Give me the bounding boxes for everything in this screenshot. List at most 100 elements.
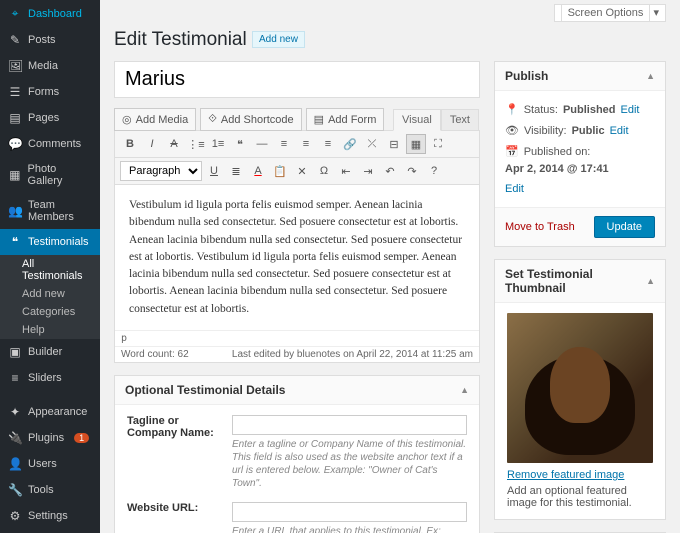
bold-button[interactable]: B xyxy=(120,134,140,154)
post-title-input[interactable] xyxy=(114,61,480,98)
sidebar-item-sliders[interactable]: ≡Sliders xyxy=(0,365,100,391)
hr-button[interactable]: — xyxy=(252,134,272,154)
sidebar-item-pages[interactable]: ▤Pages xyxy=(0,105,100,131)
menu-icon: ⚙ xyxy=(8,509,22,523)
align-right-button[interactable]: ≡ xyxy=(318,134,338,154)
screen-options-button[interactable]: Screen Options ▾ xyxy=(554,4,666,22)
pin-icon: 📍 xyxy=(505,103,519,116)
tab-visual[interactable]: Visual xyxy=(393,109,441,131)
add-media-button[interactable]: ◎Add Media xyxy=(114,108,196,131)
toggle-icon[interactable]: ▲ xyxy=(646,71,655,81)
menu-icon: 🔧 xyxy=(8,483,22,497)
format-select[interactable]: Paragraph xyxy=(120,161,202,181)
sidebar-item-dashboard[interactable]: ⌖Dashboard xyxy=(0,0,100,27)
sidebar-item-comments[interactable]: 💬Comments xyxy=(0,131,100,157)
sidebar-item-forms[interactable]: ☰Forms xyxy=(0,79,100,105)
plugins-badge: 1 xyxy=(74,433,89,443)
camera-icon: ◎ xyxy=(122,113,132,126)
url-label: Website URL: xyxy=(127,502,222,533)
form-icon: ▤ xyxy=(314,113,324,126)
editor-toolbar-2: Paragraph U ≣ A 📋 ✕ Ω ⇤ ⇥ ↶ ↷ ? xyxy=(115,158,479,185)
sidebar-item-bne-support[interactable]: ◆BNE Support xyxy=(0,529,100,533)
sidebar-item-testimonials[interactable]: ❝Testimonials xyxy=(0,229,100,255)
sidebar-item-settings[interactable]: ⚙Settings xyxy=(0,503,100,529)
toggle-icon[interactable]: ▲ xyxy=(460,385,469,395)
strike-button[interactable]: A xyxy=(164,134,184,154)
sidebar-item-photo-gallery[interactable]: ▦Photo Gallery xyxy=(0,157,100,193)
sidebar-item-builder[interactable]: ▣Builder xyxy=(0,339,100,365)
menu-icon: ✦ xyxy=(8,405,22,419)
menu-icon: ☰ xyxy=(8,85,22,99)
align-center-button[interactable]: ≡ xyxy=(296,134,316,154)
underline-button[interactable]: U xyxy=(204,161,224,181)
clear-format-button[interactable]: ✕ xyxy=(292,161,312,181)
update-button[interactable]: Update xyxy=(594,216,655,238)
unlink-button[interactable]: ⤫ xyxy=(362,134,382,154)
sidebar-sub-help[interactable]: Help xyxy=(0,321,100,339)
menu-icon: 🔌 xyxy=(8,431,22,445)
thumbnail-heading: Set Testimonial Thumbnail xyxy=(505,267,646,295)
code-icon: ⟐ xyxy=(208,113,217,126)
sidebar-item-users[interactable]: 👤Users xyxy=(0,451,100,477)
justify-button[interactable]: ≣ xyxy=(226,161,246,181)
toolbar-toggle-button[interactable]: ▦ xyxy=(406,134,426,154)
menu-icon: ▤ xyxy=(8,111,22,125)
quote-button[interactable]: ❝ xyxy=(230,134,250,154)
last-edited: Last edited by bluenotes on April 22, 20… xyxy=(232,349,473,360)
sidebar-item-tools[interactable]: 🔧Tools xyxy=(0,477,100,503)
url-input[interactable] xyxy=(232,502,467,522)
menu-icon: ❝ xyxy=(8,235,22,249)
toggle-icon[interactable]: ▲ xyxy=(646,276,655,286)
textcolor-button[interactable]: A xyxy=(248,161,268,181)
sidebar-sub-add-new[interactable]: Add new xyxy=(0,285,100,303)
more-button[interactable]: ⊟ xyxy=(384,134,404,154)
element-path: p xyxy=(115,330,479,346)
menu-icon: 👥 xyxy=(8,204,22,218)
move-to-trash[interactable]: Move to Trash xyxy=(505,221,575,233)
url-help: Enter a URL that applies to this testimo… xyxy=(232,525,467,533)
sidebar-item-posts[interactable]: ✎Posts xyxy=(0,27,100,53)
eye-icon: 👁 xyxy=(505,124,519,137)
remove-featured-image[interactable]: Remove featured image xyxy=(507,469,624,481)
help-button[interactable]: ? xyxy=(424,161,444,181)
featured-image[interactable] xyxy=(507,313,653,463)
indent-button[interactable]: ⇥ xyxy=(358,161,378,181)
tagline-input[interactable] xyxy=(232,415,467,435)
add-form-button[interactable]: ▤Add Form xyxy=(306,108,385,131)
sidebar-item-plugins[interactable]: 🔌Plugins1 xyxy=(0,425,100,451)
ol-button[interactable]: 1≡ xyxy=(208,134,228,154)
sidebar-item-team-members[interactable]: 👥Team Members xyxy=(0,193,100,229)
sidebar-item-appearance[interactable]: ✦Appearance xyxy=(0,399,100,425)
optional-details-heading: Optional Testimonial Details xyxy=(125,383,285,397)
add-new-button[interactable]: Add new xyxy=(252,31,305,48)
edit-date[interactable]: Edit xyxy=(505,183,524,195)
word-count: Word count: 62 xyxy=(121,349,189,360)
undo-button[interactable]: ↶ xyxy=(380,161,400,181)
edit-status[interactable]: Edit xyxy=(621,104,640,116)
special-char-button[interactable]: Ω xyxy=(314,161,334,181)
redo-button[interactable]: ↷ xyxy=(402,161,422,181)
fullscreen-button[interactable]: ⛶ xyxy=(428,134,448,154)
sidebar-sub-all-testimonials[interactable]: All Testimonials xyxy=(0,255,100,285)
menu-icon: ▣ xyxy=(8,345,22,359)
link-button[interactable]: 🔗 xyxy=(340,134,360,154)
tagline-help: Enter a tagline or Company Name of this … xyxy=(232,438,467,490)
add-shortcode-button[interactable]: ⟐Add Shortcode xyxy=(200,108,301,131)
tab-text[interactable]: Text xyxy=(441,109,479,131)
editor-toolbar-1: B I A ⋮≡ 1≡ ❝ — ≡ ≡ ≡ 🔗 ⤫ ⊟ ▦ ⛶ xyxy=(115,131,479,158)
thumbnail-caption: Add an optional featured image for this … xyxy=(507,485,653,509)
tagline-label: Tagline or Company Name: xyxy=(127,415,222,490)
align-left-button[interactable]: ≡ xyxy=(274,134,294,154)
sidebar-item-media[interactable]: 🖼Media xyxy=(0,53,100,79)
paste-text-button[interactable]: 📋 xyxy=(270,161,290,181)
menu-icon: ✎ xyxy=(8,33,22,47)
ul-button[interactable]: ⋮≡ xyxy=(186,134,206,154)
sidebar-sub-categories[interactable]: Categories xyxy=(0,303,100,321)
menu-icon: 👤 xyxy=(8,457,22,471)
italic-button[interactable]: I xyxy=(142,134,162,154)
outdent-button[interactable]: ⇤ xyxy=(336,161,356,181)
menu-icon: 🖼 xyxy=(8,59,22,73)
editor-content[interactable]: Vestibulum id ligula porta felis euismod… xyxy=(115,185,479,330)
menu-icon: 💬 xyxy=(8,137,22,151)
edit-visibility[interactable]: Edit xyxy=(610,125,629,137)
